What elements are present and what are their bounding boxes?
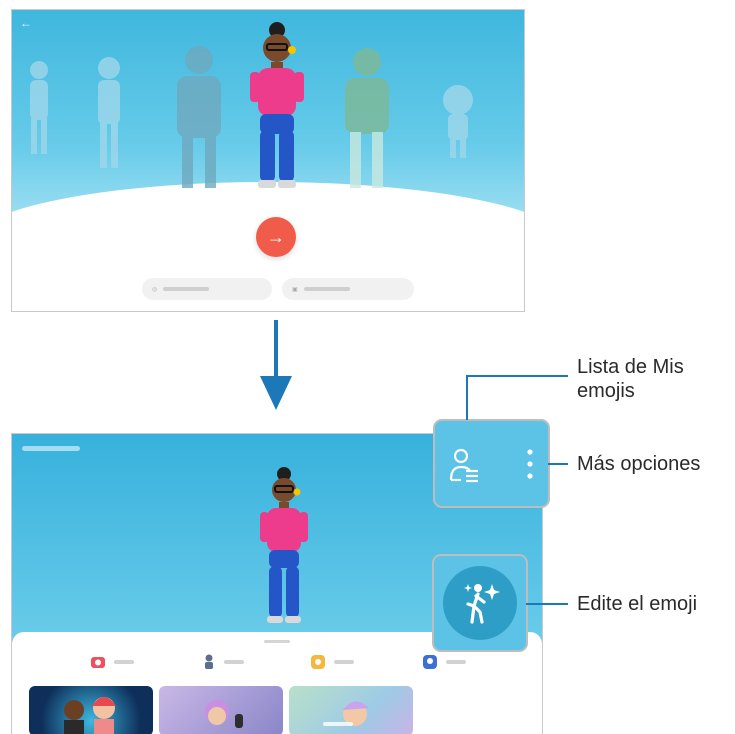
tab-camera[interactable] — [90, 655, 134, 669]
avatar-thumbnail — [64, 697, 116, 734]
emoji-list-label-line2: emojis — [577, 380, 635, 402]
edit-emoji-label: Edite el emoji — [577, 593, 698, 615]
leader-line — [548, 463, 568, 465]
emoji-list-label: Lista de Mis emojis — [577, 355, 684, 403]
avatar-silhouette — [98, 57, 120, 168]
arrow-down-icon — [260, 320, 292, 410]
edit-callout-box — [432, 554, 528, 652]
camera-icon — [91, 657, 105, 668]
image-icon: ▣ — [292, 286, 298, 293]
avatar-caption-placeholder — [212, 197, 322, 203]
create-with-camera-button[interactable]: ◎ — [142, 278, 272, 300]
leader-line — [466, 376, 468, 420]
content-card[interactable] — [159, 686, 283, 734]
avatar-icon — [205, 654, 213, 669]
arrow-right-icon: → — [267, 227, 285, 247]
toolbar-callout-box — [433, 419, 550, 508]
avatar-silhouette — [443, 85, 473, 158]
avatar-thumbnail — [205, 700, 243, 728]
main-avatar — [260, 467, 308, 623]
avatar-silhouette — [345, 48, 389, 188]
edit-emoji-button[interactable] — [443, 566, 517, 640]
screen-title-placeholder — [22, 446, 80, 451]
emoji-list-label-line1: Lista de Mis — [577, 356, 684, 378]
avatar-silhouette — [177, 46, 221, 188]
content-card[interactable] — [289, 686, 413, 734]
person-list-icon[interactable] — [448, 447, 482, 483]
next-button[interactable]: → — [256, 217, 296, 257]
sheet-handle[interactable] — [264, 640, 290, 643]
content-card[interactable] — [29, 686, 153, 734]
more-options-label: Más opciones — [577, 453, 701, 475]
main-avatar — [250, 22, 304, 188]
leader-line — [466, 375, 568, 377]
avatar-silhouette — [30, 61, 48, 154]
tab-profile[interactable] — [422, 655, 466, 669]
sticker-icon — [311, 655, 325, 669]
avatar-thumbnail — [323, 701, 369, 726]
avatar-selection-screen: ← → ◎ ▣ — [11, 9, 525, 312]
leader-line — [526, 603, 568, 605]
profile-icon — [423, 655, 437, 669]
vertical-dots-icon[interactable] — [525, 447, 535, 481]
camera-icon: ◎ — [152, 286, 158, 293]
tab-stickers[interactable] — [202, 654, 244, 669]
tab-emojis[interactable] — [310, 655, 354, 669]
person-sparkle-icon — [464, 584, 500, 624]
create-from-image-button[interactable]: ▣ — [282, 278, 414, 300]
